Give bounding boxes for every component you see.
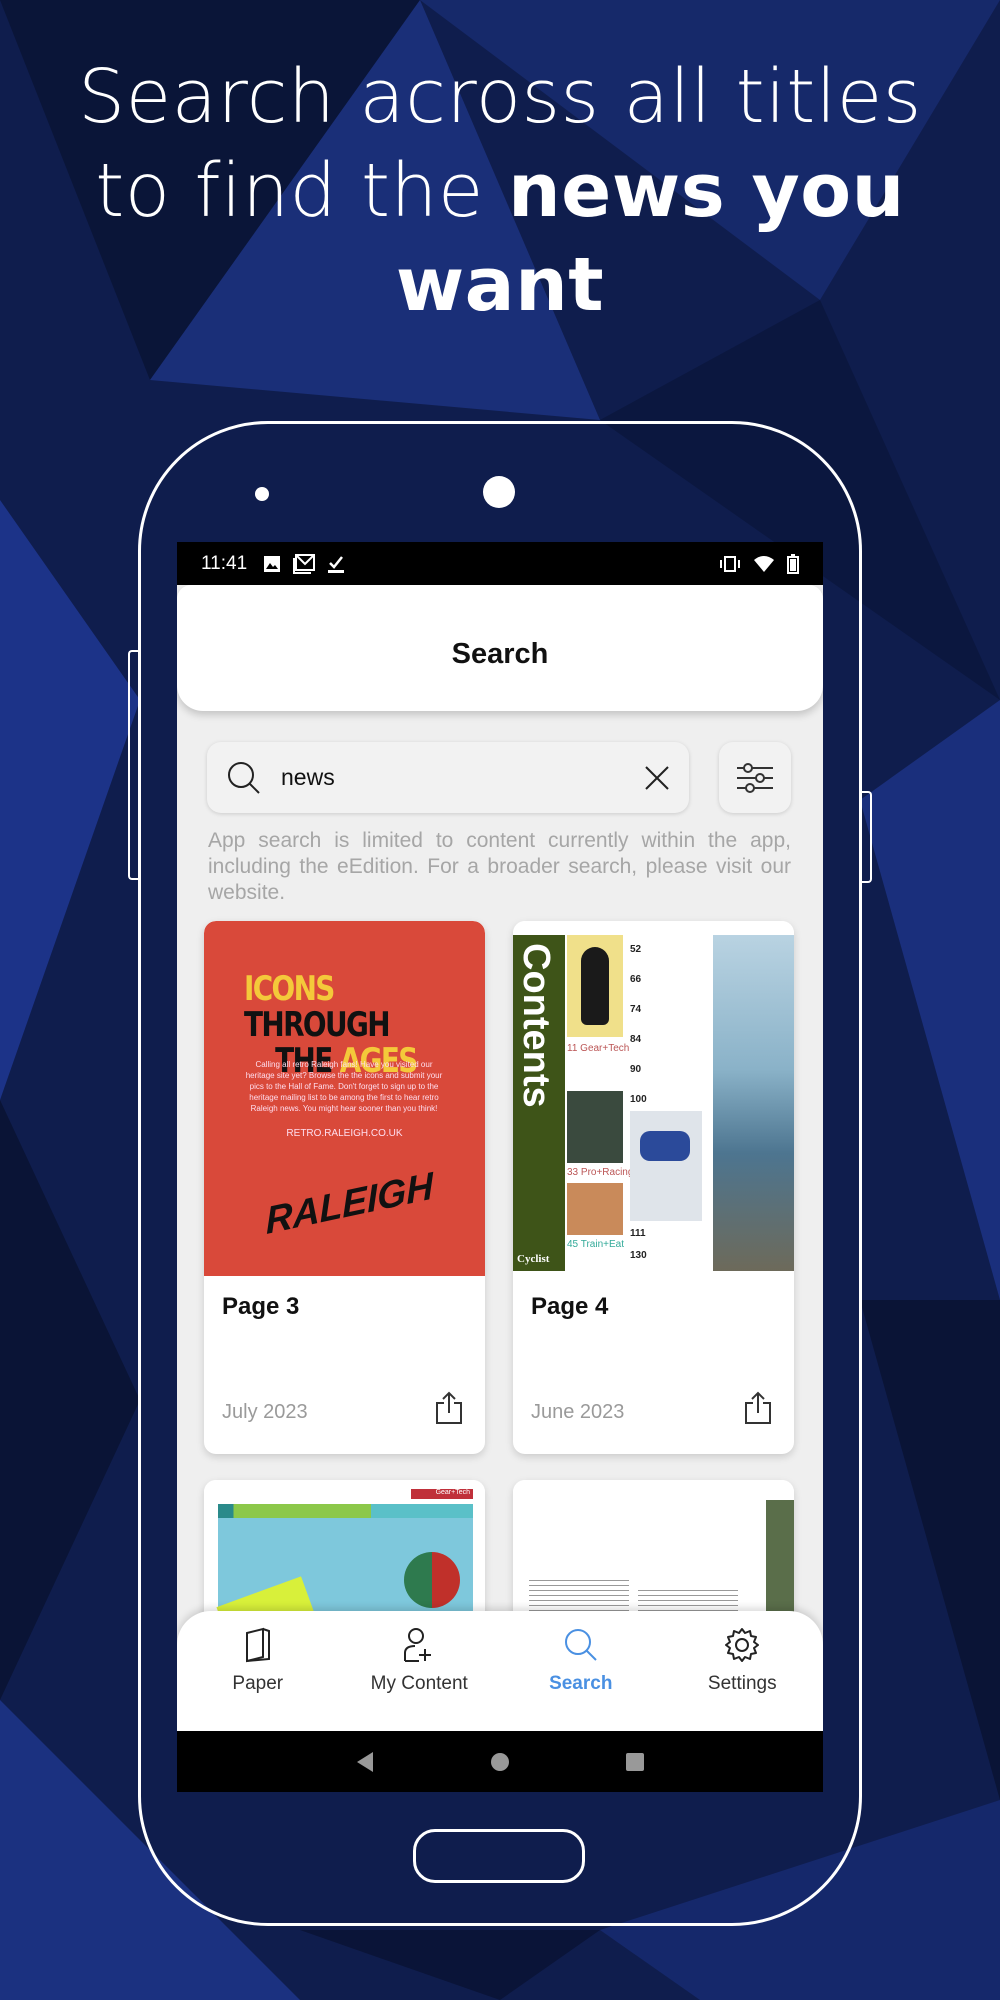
share-icon[interactable] — [744, 1391, 772, 1425]
cyclist-logo: Cyclist — [517, 1253, 550, 1265]
status-time: 11:41 — [201, 552, 248, 574]
app-screen: 11:41 Search App search is limited to co… — [177, 542, 823, 1792]
search-icon — [228, 761, 260, 794]
search-icon — [564, 1629, 597, 1661]
thumb-number: 66 — [630, 974, 642, 985]
headline-bold-2: want — [395, 242, 605, 328]
phone-camera — [483, 476, 515, 508]
nav-label: My Content — [370, 1673, 468, 1694]
thumb-body: Calling all retro Raleigh fans! Have you… — [245, 1060, 443, 1113]
gear-icon — [725, 1628, 760, 1662]
battery-icon — [787, 553, 799, 574]
add-user-icon — [404, 1628, 432, 1662]
thumb-side-title: Contents — [515, 943, 557, 1108]
thumb-number: 74 — [630, 1004, 642, 1015]
recents-icon[interactable] — [625, 1752, 645, 1772]
nav-item-settings[interactable]: Settings — [662, 1611, 824, 1731]
result-card[interactable]: ICONS THROUGH THE AGES Calling all retro… — [204, 921, 485, 1454]
result-date: July 2023 — [222, 1401, 308, 1423]
phone-side-button-left — [128, 650, 138, 880]
sliders-icon — [737, 762, 773, 793]
thumb-url: RETRO.RALEIGH.CO.UK — [286, 1128, 403, 1139]
result-thumbnail: Contents Cyclist 11 Gear+Tech 33 Pro+Rac… — [513, 921, 794, 1276]
page-title: Search — [451, 638, 549, 670]
thumb-text: ICONS — [244, 969, 335, 1009]
status-right-icons — [719, 553, 799, 574]
nav-label: Settings — [707, 1673, 777, 1694]
thumb-number: 52 — [630, 944, 642, 955]
result-date: June 2023 — [531, 1401, 625, 1423]
result-title: Page 3 — [222, 1293, 300, 1320]
vibrate-icon — [720, 555, 740, 572]
thumb-tag: Gear+Tech — [411, 1489, 473, 1499]
paper-icon — [245, 1627, 270, 1663]
back-icon[interactable] — [355, 1751, 375, 1773]
thumb-number: 130 — [630, 1250, 647, 1261]
thumb-section: 45 Train+Eat — [567, 1239, 624, 1250]
filter-button[interactable] — [719, 742, 791, 813]
check-icon — [328, 555, 345, 573]
share-icon[interactable] — [435, 1391, 463, 1425]
nav-item-my-content[interactable]: My Content — [339, 1611, 501, 1731]
nav-item-paper[interactable]: Paper — [177, 1611, 339, 1731]
result-card[interactable]: Contents Cyclist 11 Gear+Tech 33 Pro+Rac… — [513, 921, 794, 1454]
wifi-icon — [754, 555, 774, 572]
headline: Search across all titles to find the new… — [0, 50, 1000, 332]
thumb-section: 11 Gear+Tech — [567, 1043, 630, 1054]
thumb-section: 33 Pro+Racing — [567, 1167, 634, 1178]
thumb-number: 100 — [630, 1094, 647, 1105]
result-title: Page 4 — [531, 1293, 609, 1320]
bottom-nav: Paper My Content Search Settings — [177, 1611, 823, 1731]
thumb-number: 90 — [630, 1064, 642, 1075]
search-field[interactable] — [207, 742, 689, 813]
phone-side-button-right — [862, 791, 872, 883]
image-icon — [264, 555, 281, 572]
nav-label: Search — [549, 1673, 613, 1694]
search-input[interactable] — [281, 764, 643, 791]
headline-line-3: want — [0, 238, 1000, 332]
page-header: Search — [177, 585, 823, 711]
result-thumbnail: ICONS THROUGH THE AGES Calling all retro… — [204, 921, 485, 1276]
status-bar: 11:41 — [177, 542, 823, 585]
headline-bold: news you — [507, 148, 905, 234]
thumb-number: 111 — [630, 1228, 646, 1239]
search-help-text: App search is limited to content current… — [208, 829, 791, 904]
nav-label: Paper — [232, 1673, 284, 1694]
raleigh-logo: RALEIGH — [265, 1164, 434, 1244]
nav-item-search[interactable]: Search — [500, 1611, 662, 1731]
phone-sensor — [255, 487, 269, 501]
phone-home-button — [413, 1829, 585, 1883]
home-icon[interactable] — [490, 1752, 510, 1772]
thumb-text: THROUGH — [244, 1005, 391, 1045]
system-nav-bar — [177, 1731, 823, 1792]
gmail-icon — [293, 553, 316, 574]
close-icon[interactable] — [643, 764, 671, 792]
headline-line-2: to find the news you — [0, 144, 1000, 238]
headline-normal: to find the — [95, 148, 508, 234]
headline-line-1: Search across all titles — [78, 54, 922, 140]
thumb-number: 84 — [630, 1034, 642, 1045]
